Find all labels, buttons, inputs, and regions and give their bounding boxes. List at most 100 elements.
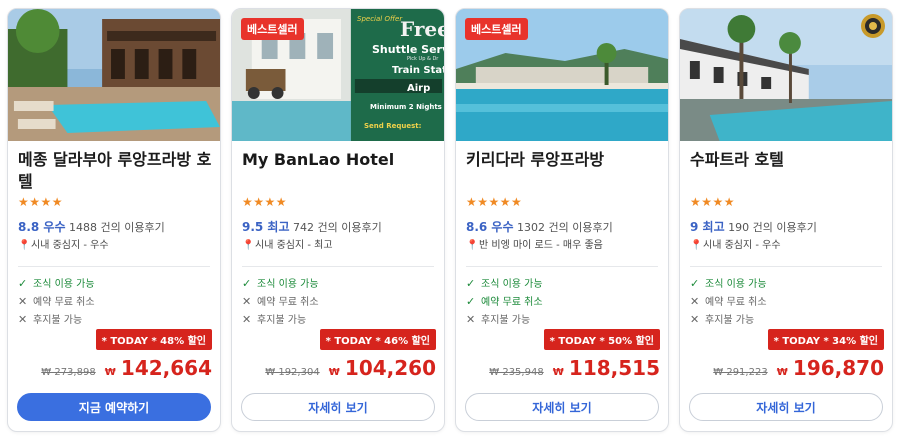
review-count[interactable]: 1488 건의 이용후기 [69,221,165,234]
review-count[interactable]: 190 건의 이용후기 [728,221,817,234]
promo-text: Send Request: [364,122,422,130]
review-count[interactable]: 742 건의 이용후기 [293,221,382,234]
feature-label: 예약 무료 취소 [33,297,95,308]
location-label: 시내 중심지 - 최고 [255,240,333,251]
check-icon: ✓ [466,295,476,308]
feature-label: 조식 이용 가능 [481,279,543,290]
promo-text: Airp [407,83,431,94]
current-price: 104,260 [344,356,436,380]
view-details-button[interactable]: 자세히 보기 [465,393,659,421]
currency-symbol: ₩ [328,367,340,378]
review-score: 8.8 우수 1488 건의 이용후기 [18,218,165,235]
review-count[interactable]: 1302 건의 이용후기 [517,221,613,234]
feature-free-cancel: ✕ 예약 무료 취소 [18,293,95,308]
feature-label: 조식 이용 가능 [257,279,319,290]
feature-label: 후지불 가능 [33,315,83,326]
promo-text: Train Stat [392,65,444,76]
price-block: ₩ 192,304 ₩ 104,260 [265,356,436,380]
cross-icon: ✕ [690,313,700,326]
hotel-name[interactable]: 메종 달라부아 루앙프라방 호텔 [18,149,212,193]
promo-text: Pick Up & Dr [407,56,439,62]
map-pin-icon: 📍 [690,240,703,251]
check-icon: ✓ [18,277,28,290]
original-price: ₩ 291,223 [713,367,768,378]
cross-icon: ✕ [18,313,28,326]
promo-text: Free [400,17,444,41]
feature-label: 후지불 가능 [481,315,531,326]
discount-badge: * TODAY * 48% 할인 [95,329,212,350]
feature-label: 예약 무료 취소 [705,297,767,308]
feature-free-cancel: ✕ 예약 무료 취소 [690,293,767,308]
discount-badge: * TODAY * 46% 할인 [319,329,436,350]
current-price: 142,664 [120,356,212,380]
feature-label: 조식 이용 가능 [33,279,95,290]
cross-icon: ✕ [18,295,28,308]
map-pin-icon: 📍 [18,240,31,251]
hotel-photo[interactable] [8,9,220,141]
hotel-card[interactable]: Special Offer Free Shuttle Serv Pick Up … [231,8,445,432]
check-icon: ✓ [466,277,476,290]
star-rating: ★★★★ [690,195,736,209]
currency-symbol: ₩ [776,367,788,378]
hotel-card[interactable]: 메종 달라부아 루앙프라방 호텔 ★★★★ 8.8 우수 1488 건의 이용후… [7,8,221,432]
award-medal-icon [860,13,886,39]
star-rating: ★★★★ [18,195,64,209]
view-details-button[interactable]: 자세히 보기 [689,393,883,421]
feature-pay-later: ✕ 후지불 가능 [690,311,754,326]
promo-text: Shuttle Serv [372,43,444,56]
feature-label: 조식 이용 가능 [705,279,767,290]
divider [690,266,882,267]
review-score: 8.6 우수 1302 건의 이용후기 [466,218,613,235]
feature-free-cancel: ✕ 예약 무료 취소 [242,293,319,308]
book-now-button[interactable]: 지금 예약하기 [17,393,211,421]
cross-icon: ✕ [690,295,700,308]
currency-symbol: ₩ [104,367,116,378]
map-pin-icon: 📍 [242,240,255,251]
cross-icon: ✕ [466,313,476,326]
hotel-card[interactable]: 베스트셀러 키리다라 루앙프라방 ★★★★★ 8.6 우수 1302 건의 이용… [455,8,669,432]
bestseller-badge: 베스트셀러 [241,18,304,40]
divider [466,266,658,267]
feature-label: 예약 무료 취소 [257,297,319,308]
feature-pay-later: ✕ 후지불 가능 [466,311,530,326]
price-block: ₩ 273,898 ₩ 142,664 [41,356,212,380]
feature-pay-later: ✕ 후지불 가능 [18,311,82,326]
feature-breakfast: ✓ 조식 이용 가능 [18,275,95,290]
bestseller-badge: 베스트셀러 [465,18,528,40]
hotel-photo[interactable] [680,9,892,141]
feature-label: 후지불 가능 [705,315,755,326]
score-label: 8.6 우수 [466,220,514,234]
divider [18,266,210,267]
divider [242,266,434,267]
feature-label: 예약 무료 취소 [481,297,543,308]
hotel-card-row: 메종 달라부아 루앙프라방 호텔 ★★★★ 8.8 우수 1488 건의 이용후… [0,0,900,439]
hotel-photo[interactable]: Special Offer Free Shuttle Serv Pick Up … [232,9,444,141]
currency-symbol: ₩ [552,367,564,378]
hotel-card[interactable]: 수파트라 호텔 ★★★★ 9 최고 190 건의 이용후기 📍시내 중심지 - … [679,8,893,432]
hotel-name[interactable]: My BanLao Hotel [242,149,436,171]
feature-breakfast: ✓ 조식 이용 가능 [466,275,543,290]
price-block: ₩ 291,223 ₩ 196,870 [713,356,884,380]
feature-free-cancel: ✓ 예약 무료 취소 [466,293,543,308]
hotel-photo[interactable]: 베스트셀러 [456,9,668,141]
hotel-name[interactable]: 수파트라 호텔 [690,149,884,171]
location: 📍시내 중심지 - 우수 [18,236,109,251]
discount-badge: * TODAY * 34% 할인 [767,329,884,350]
location-label: 반 비엥 마이 로드 - 매우 좋음 [479,240,603,251]
check-icon: ✓ [242,277,252,290]
score-label: 9 최고 [690,220,725,234]
current-price: 118,515 [568,356,660,380]
map-pin-icon: 📍 [466,240,479,251]
discount-badge: * TODAY * 50% 할인 [543,329,660,350]
hotel-name[interactable]: 키리다라 루앙프라방 [466,149,660,171]
view-details-button[interactable]: 자세히 보기 [241,393,435,421]
original-price: ₩ 273,898 [41,367,96,378]
promo-text: Special Offer [357,15,403,23]
promo-text: Minimum 2 Nights [370,103,442,111]
location-label: 시내 중심지 - 우수 [703,240,781,251]
location: 📍반 비엥 마이 로드 - 매우 좋음 [466,236,603,251]
price-block: ₩ 235,948 ₩ 118,515 [489,356,660,380]
feature-label: 후지불 가능 [257,315,307,326]
location-label: 시내 중심지 - 우수 [31,240,109,251]
feature-breakfast: ✓ 조식 이용 가능 [690,275,767,290]
